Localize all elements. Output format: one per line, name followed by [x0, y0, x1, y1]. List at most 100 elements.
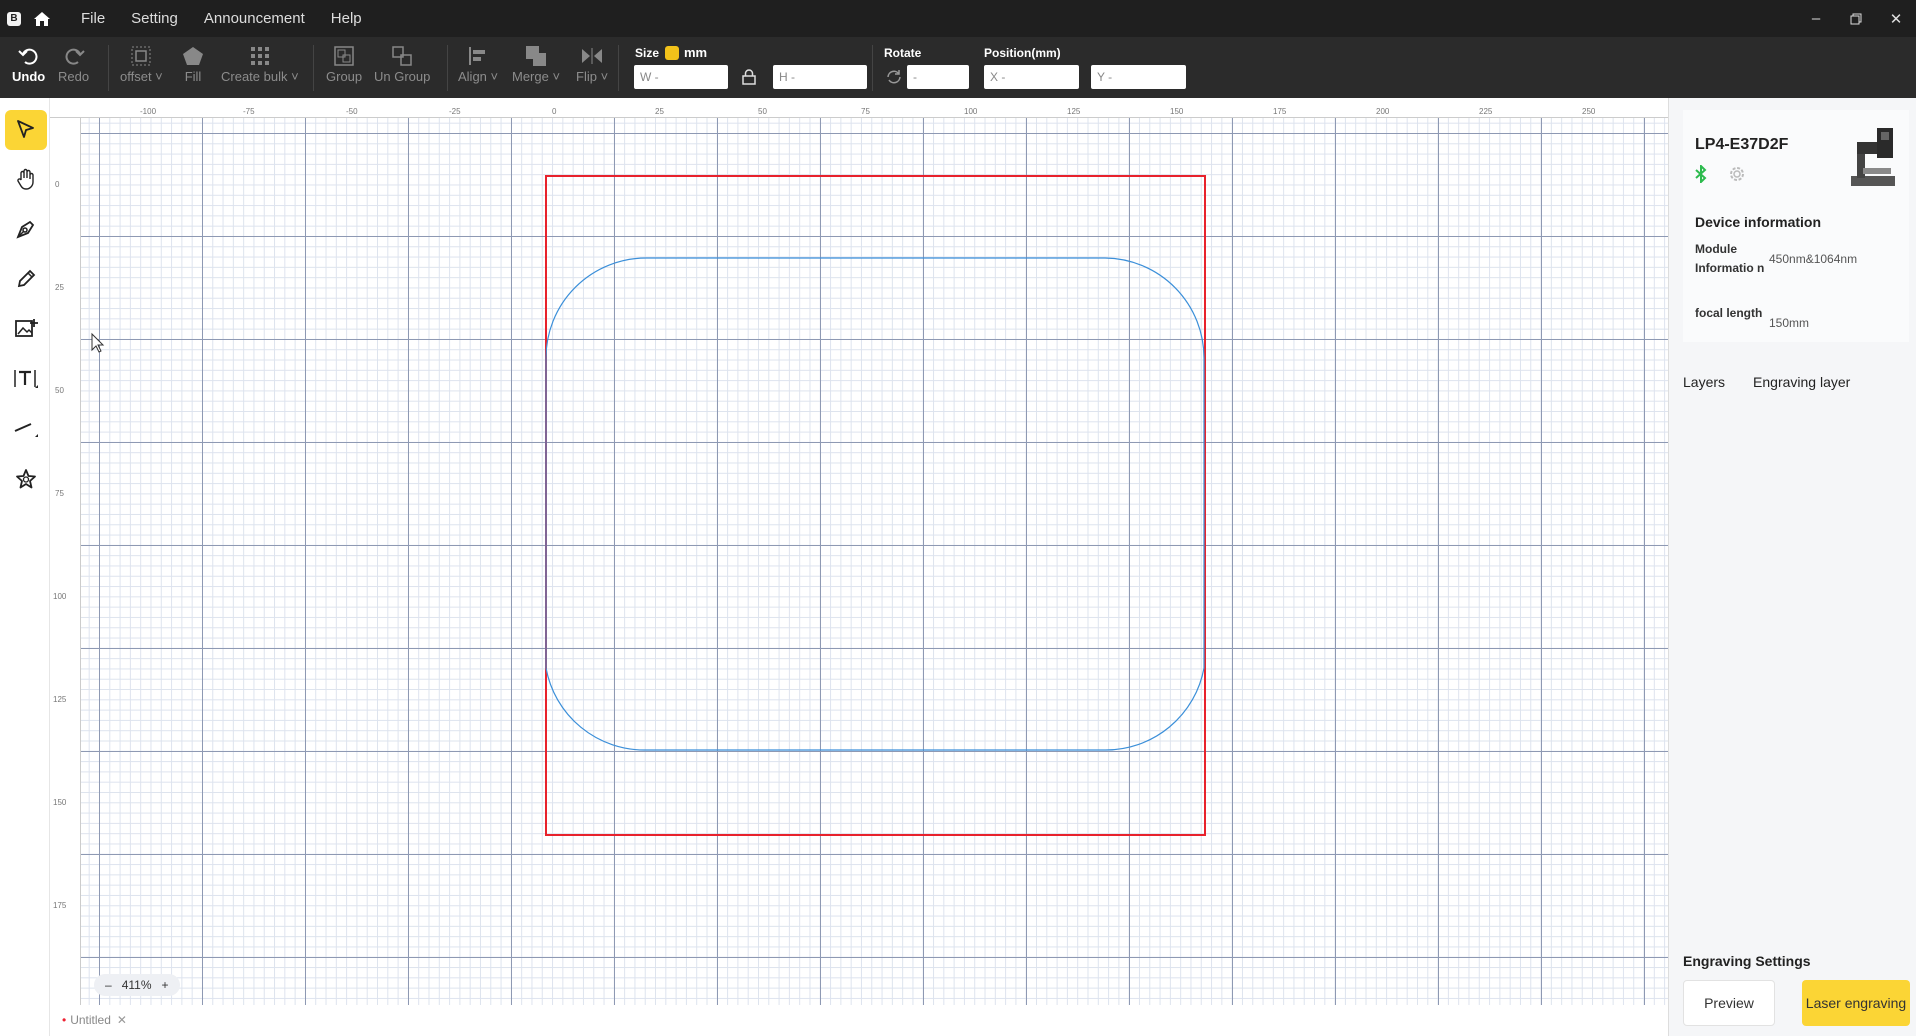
rotate-input[interactable]: -	[907, 65, 969, 89]
fill-button[interactable]: Fill	[182, 43, 204, 84]
grid-icon	[250, 43, 270, 69]
document-tab[interactable]: • Untitled ✕	[62, 1013, 127, 1027]
ruler-tick: 225	[1479, 107, 1493, 116]
align-button[interactable]: Align ˅	[458, 43, 498, 84]
ruler-tick: 50	[55, 386, 64, 395]
unit-switch[interactable]	[665, 45, 679, 60]
rounded-rectangle-shape[interactable]	[545, 257, 1205, 751]
align-left-icon	[468, 43, 488, 69]
home-icon[interactable]	[31, 8, 53, 30]
close-tab-icon[interactable]: ✕	[117, 1013, 127, 1027]
flip-button[interactable]: Flip ˅	[576, 43, 608, 84]
document-tab-label: Untitled	[70, 1013, 111, 1027]
menu-announcement[interactable]: Announcement	[192, 10, 319, 27]
preview-button[interactable]: Preview	[1683, 980, 1775, 1026]
pen-tool-button[interactable]	[5, 210, 47, 250]
unit-toggle[interactable]: mm	[665, 45, 707, 60]
merge-icon	[525, 43, 547, 69]
mouse-cursor-icon	[91, 332, 105, 353]
engraving-settings-title: Engraving Settings	[1683, 953, 1811, 969]
design-canvas[interactable]	[81, 118, 1668, 1005]
flip-icon	[581, 43, 603, 69]
ruler-tick: -75	[243, 107, 255, 116]
text-tool-button[interactable]	[5, 360, 47, 400]
zoom-out-icon[interactable]: –	[100, 978, 117, 992]
restore-icon[interactable]	[1836, 0, 1876, 37]
redo-button[interactable]: Redo	[58, 43, 89, 84]
focal-length-row: focal length 150mm	[1695, 304, 1895, 333]
ruler-tick: 75	[55, 489, 64, 498]
line-tool-button[interactable]	[5, 410, 47, 450]
offset-button[interactable]: offset ˅	[120, 43, 163, 84]
undo-icon	[17, 43, 40, 69]
text-icon	[13, 368, 39, 393]
unsaved-dot-icon: •	[62, 1013, 67, 1027]
device-status-icons	[1695, 163, 1747, 187]
device-name: LP4-E37D2F	[1695, 136, 1789, 153]
ruler-tick: 125	[53, 695, 67, 704]
ruler-tick: 250	[1582, 107, 1596, 116]
width-input[interactable]: W -	[634, 65, 728, 89]
shape-star-icon	[15, 468, 37, 493]
ruler-tick: 100	[964, 107, 978, 116]
app-window: B File Setting Announcement Help – ✕ Und…	[0, 0, 1916, 1036]
tab-layers[interactable]: Layers	[1683, 374, 1725, 390]
module-info-key: Module Informatio n	[1695, 242, 1765, 275]
ruler-tick: 25	[55, 283, 64, 292]
ruler-tick: 100	[53, 592, 67, 601]
document-tabs: • Untitled ✕	[50, 1005, 1668, 1036]
toolbar-divider	[108, 45, 109, 91]
ruler-horizontal: -100 -75 -50 -25 0 25 50 75 100 125 150 …	[50, 98, 1668, 118]
select-tool-button[interactable]	[5, 110, 47, 150]
ruler-tick: 0	[552, 107, 557, 116]
height-input[interactable]: H -	[773, 65, 867, 89]
menu-bar: File Setting Announcement Help	[69, 10, 376, 27]
shape-tool-button[interactable]	[5, 460, 47, 500]
gear-icon[interactable]	[1727, 164, 1747, 187]
size-label: Size	[635, 46, 660, 60]
toolbar-divider	[872, 45, 873, 91]
hand-tool-button[interactable]	[5, 160, 47, 200]
ruler-tick: 25	[655, 107, 664, 116]
toolbar-divider	[618, 45, 619, 91]
laser-engraver-image	[1843, 124, 1899, 193]
menu-help[interactable]: Help	[319, 10, 376, 27]
ruler-tick: 0	[55, 180, 60, 189]
undo-button[interactable]: Undo	[12, 43, 45, 84]
ruler-tick: -50	[346, 107, 358, 116]
ungroup-button[interactable]: Un Group	[374, 43, 430, 84]
y-position-input[interactable]: Y -	[1091, 65, 1186, 89]
create-bulk-button[interactable]: Create bulk ˅	[221, 43, 299, 84]
merge-button[interactable]: Merge ˅	[512, 43, 560, 84]
module-info-value: 450nm&1064nm	[1769, 252, 1858, 266]
focal-length-value: 150mm	[1769, 316, 1810, 330]
tab-engraving-layer[interactable]: Engraving layer	[1753, 374, 1850, 390]
zoom-level: 411%	[121, 978, 152, 992]
toolbar-divider	[313, 45, 314, 91]
x-position-input[interactable]: X -	[984, 65, 1079, 89]
device-info-title: Device information	[1695, 214, 1822, 230]
image-tool-button[interactable]	[5, 310, 47, 350]
ruler-tick: 200	[1376, 107, 1390, 116]
minimize-icon[interactable]: –	[1796, 0, 1836, 37]
offset-icon	[130, 43, 152, 69]
menu-setting[interactable]: Setting	[119, 10, 192, 27]
work-area-frame	[545, 175, 1206, 836]
hand-icon	[16, 168, 36, 193]
ungroup-icon	[391, 43, 413, 69]
menu-file[interactable]: File	[69, 10, 119, 27]
rotate-icon	[886, 69, 902, 88]
pen-nib-icon	[15, 218, 37, 243]
close-icon[interactable]: ✕	[1876, 0, 1916, 37]
pencil-tool-button[interactable]	[5, 260, 47, 300]
group-button[interactable]: Group	[326, 43, 362, 84]
laser-engraving-button[interactable]: Laser engraving	[1802, 980, 1910, 1026]
pencil-icon	[16, 269, 36, 292]
rotate-label: Rotate	[884, 46, 922, 60]
redo-icon	[63, 43, 85, 69]
zoom-in-icon[interactable]: +	[157, 978, 174, 992]
lock-icon[interactable]	[742, 69, 756, 88]
fill-icon	[182, 43, 204, 69]
ruler-tick: 75	[861, 107, 870, 116]
ruler-tick: -25	[449, 107, 461, 116]
